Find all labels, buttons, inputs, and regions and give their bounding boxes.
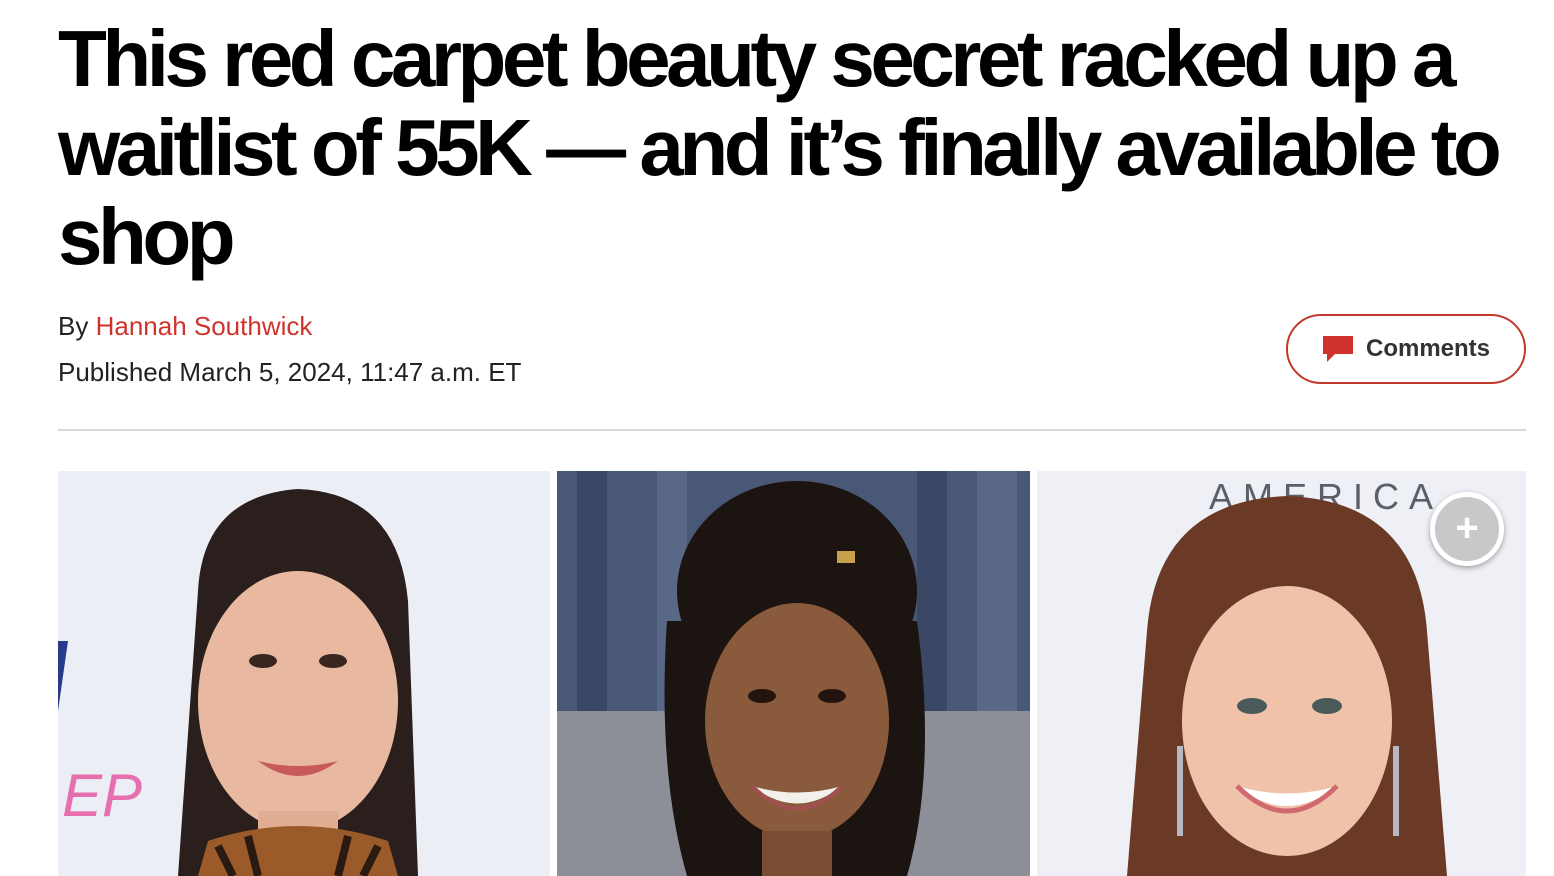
backdrop-text-left: EP [62, 762, 142, 829]
published-date: Published March 5, 2024, 11:47 a.m. ET [58, 357, 522, 387]
comments-button[interactable]: Comments [1286, 314, 1526, 384]
plus-icon: + [1455, 505, 1479, 550]
header-divider [58, 429, 1526, 431]
celebrity-photo-2[interactable] [557, 471, 1030, 876]
article-headline: This red carpet beauty secret racked up … [58, 14, 1502, 281]
celebrity-photo-1[interactable]: EP [58, 471, 550, 876]
author-link[interactable]: Hannah Southwick [96, 311, 313, 341]
expand-image-button[interactable]: + [1430, 492, 1504, 566]
byline: By Hannah Southwick [58, 310, 312, 342]
speech-bubble-icon [1322, 336, 1353, 362]
comments-label: Comments [1365, 335, 1491, 362]
byline-prefix: By [58, 311, 89, 341]
